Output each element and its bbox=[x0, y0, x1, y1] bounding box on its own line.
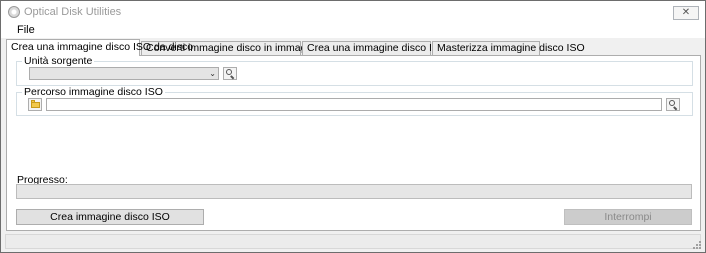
status-strip bbox=[5, 234, 701, 249]
stop-button[interactable]: Interrompi bbox=[564, 209, 692, 225]
window-title: Optical Disk Utilities bbox=[24, 6, 122, 18]
progress-bar bbox=[16, 184, 692, 199]
source-search-button[interactable] bbox=[223, 67, 237, 80]
tab-label: Crea una immagine disco ISO da disco bbox=[11, 41, 194, 53]
chevron-down-icon: ⌄ bbox=[209, 69, 216, 78]
create-iso-button[interactable]: Crea immagine disco ISO bbox=[16, 209, 204, 225]
menu-file[interactable]: File bbox=[17, 24, 35, 36]
close-button[interactable]: ✕ bbox=[673, 6, 699, 20]
path-search-button[interactable] bbox=[666, 98, 680, 111]
menu-bar: File bbox=[1, 23, 705, 38]
tab-label: Masterizza immagine disco ISO bbox=[437, 42, 585, 54]
tab-create-from-files[interactable]: Crea una immagine disco ISO da files bbox=[302, 41, 483, 55]
tab-create-from-disc[interactable]: Crea una immagine disco ISO da disco bbox=[6, 39, 193, 56]
iso-path-input[interactable] bbox=[46, 98, 662, 111]
tab-burn-image[interactable]: Masterizza immagine disco ISO bbox=[432, 41, 585, 55]
close-icon: ✕ bbox=[681, 7, 691, 18]
disc-icon bbox=[8, 6, 20, 18]
source-drive-label: Unità sorgente bbox=[22, 55, 95, 67]
create-iso-button-label: Crea immagine disco ISO bbox=[50, 211, 170, 223]
iso-path-label: Percorso immagine disco ISO bbox=[22, 86, 165, 98]
browse-button[interactable] bbox=[28, 98, 42, 111]
status-bar bbox=[1, 232, 705, 252]
source-drive-select[interactable]: ⌄ bbox=[29, 67, 219, 80]
title-bar: Optical Disk Utilities ✕ bbox=[1, 1, 705, 23]
resize-grip-icon[interactable] bbox=[693, 241, 701, 249]
stop-button-label: Interrompi bbox=[604, 211, 652, 223]
folder-icon bbox=[31, 102, 40, 108]
app-window: Optical Disk Utilities ✕ File Crea una i… bbox=[0, 0, 706, 253]
